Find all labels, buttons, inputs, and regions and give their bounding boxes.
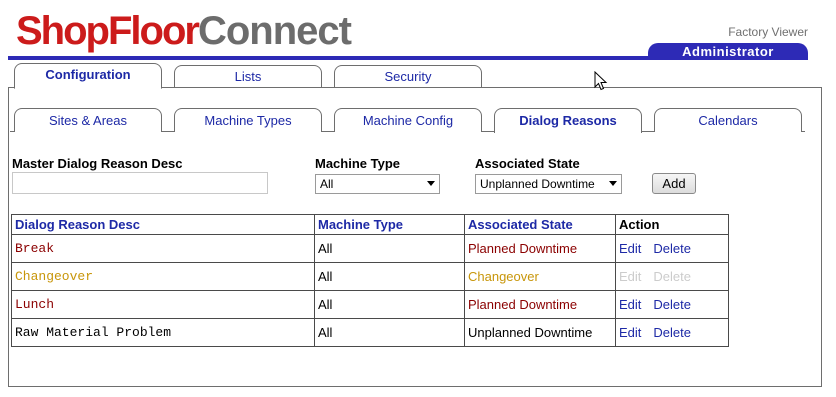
machine-type-select[interactable]: All [315, 174, 440, 194]
dialog-reasons-table: Dialog Reason Desc Machine Type Associat… [11, 214, 729, 347]
associated-state-label: Associated State [475, 156, 580, 171]
shopfloor-connect-logo: ShopFloorConnect [16, 6, 352, 56]
edit-link[interactable]: Edit [619, 325, 641, 340]
associated-state-cell: Changeover [464, 262, 616, 291]
add-button[interactable]: Add [652, 173, 696, 194]
delete-link[interactable]: Delete [653, 241, 691, 256]
tab-configuration[interactable]: Configuration [14, 63, 162, 89]
column-header-machine-type: Machine Type [314, 214, 465, 235]
action-cell: Edit Delete [615, 262, 729, 291]
reason-desc-cell: Raw Material Problem [11, 318, 315, 347]
subtab-dialog-reasons[interactable]: Dialog Reasons [494, 108, 642, 133]
machine-type-label: Machine Type [315, 156, 401, 171]
tab-security[interactable]: Security [334, 65, 482, 87]
delete-link: Delete [653, 269, 691, 284]
action-cell: Edit Delete [615, 318, 729, 347]
factory-viewer-label: Factory Viewer [728, 25, 808, 39]
chevron-down-icon [609, 181, 617, 186]
logo-connect: Connect [197, 9, 352, 53]
subtab-machine-types[interactable]: Machine Types [174, 108, 322, 132]
delete-link[interactable]: Delete [653, 325, 691, 340]
subtab-calendars[interactable]: Calendars [654, 108, 802, 132]
mouse-cursor-icon [594, 71, 608, 91]
edit-link[interactable]: Edit [619, 241, 641, 256]
machine-type-cell: All [314, 290, 465, 319]
table-row: Changeover All Changeover Edit Delete [11, 262, 729, 291]
tab-lists[interactable]: Lists [174, 65, 322, 87]
table-header-row: Dialog Reason Desc Machine Type Associat… [11, 214, 729, 235]
reason-desc-cell: Lunch [11, 290, 315, 319]
subtab-machine-config[interactable]: Machine Config [334, 108, 482, 132]
machine-type-cell: All [314, 318, 465, 347]
table-row: Raw Material Problem All Unplanned Downtim… [11, 318, 729, 347]
action-cell: Edit Delete [615, 234, 729, 263]
delete-link[interactable]: Delete [653, 297, 691, 312]
associated-state-select[interactable]: Unplanned Downtime [475, 174, 622, 194]
associated-state-selected: Unplanned Downtime [480, 177, 595, 191]
column-header-associated-state: Associated State [464, 214, 616, 235]
machine-type-cell: All [314, 262, 465, 291]
column-header-action: Action [615, 214, 729, 235]
edit-link[interactable]: Edit [619, 297, 641, 312]
reason-desc-cell: Changeover [11, 262, 315, 291]
edit-link: Edit [619, 269, 642, 284]
subtab-sites-areas[interactable]: Sites & Areas [14, 108, 162, 132]
administrator-badge: Administrator [648, 43, 808, 60]
machine-type-selected: All [320, 177, 334, 191]
master-dialog-reason-label: Master Dialog Reason Desc [12, 156, 183, 171]
table-row: Break All Planned Downtime Edit Delete [11, 234, 729, 263]
associated-state-cell: Planned Downtime [464, 290, 616, 319]
logo-shopfloor: ShopFloor [16, 9, 200, 53]
associated-state-cell: Planned Downtime [464, 234, 616, 263]
action-cell: Edit Delete [615, 290, 729, 319]
associated-state-cell: Unplanned Downtime [464, 318, 616, 347]
table-row: Lunch All Planned Downtime Edit Delete [11, 290, 729, 319]
chevron-down-icon [427, 181, 435, 186]
master-dialog-reason-input[interactable] [12, 172, 268, 194]
machine-type-cell: All [314, 234, 465, 263]
reason-desc-cell: Break [11, 234, 315, 263]
column-header-desc: Dialog Reason Desc [11, 214, 315, 235]
